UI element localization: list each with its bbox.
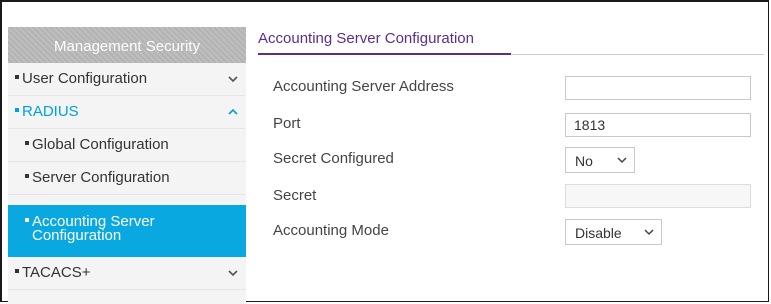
sidebar-header: Management Security — [8, 27, 246, 63]
secret-label: Secret — [273, 187, 317, 204]
sidebar: Management Security User Configuration R… — [8, 27, 246, 304]
bullet-icon — [15, 269, 19, 274]
chevron-down-icon — [644, 229, 654, 236]
sidebar-item-radius[interactable]: RADIUS — [8, 96, 246, 129]
bullet-icon — [15, 75, 19, 80]
sidebar-item-label: Global Configuration — [25, 136, 169, 153]
sidebar-item-label: RADIUS — [15, 103, 79, 120]
page-title: Accounting Server Configuration — [258, 30, 474, 47]
server-address-label: Accounting Server Address — [273, 78, 454, 95]
sidebar-item-user-configuration[interactable]: User Configuration — [8, 63, 246, 96]
port-label: Port — [273, 115, 301, 132]
title-underline — [258, 53, 511, 55]
divider — [511, 54, 764, 55]
chevron-down-icon[interactable] — [226, 266, 240, 280]
sidebar-item-label: Accounting Server Configuration — [25, 214, 155, 243]
bullet-icon — [25, 174, 29, 179]
accounting-mode-value: Disable — [575, 225, 622, 241]
sidebar-item-server-configuration[interactable]: Server Configuration — [8, 162, 246, 195]
secret-configured-value: No — [575, 153, 593, 169]
secret-configured-select[interactable]: No — [565, 147, 635, 173]
chevron-down-icon — [617, 157, 627, 164]
sidebar-item-tacacs[interactable]: TACACS+ — [8, 257, 246, 290]
chevron-down-icon[interactable] — [226, 72, 240, 86]
sidebar-item-label: TACACS+ — [15, 264, 91, 281]
accounting-mode-label: Accounting Mode — [273, 222, 389, 239]
accounting-mode-select[interactable]: Disable — [565, 219, 662, 245]
sidebar-item-accounting-server-configuration[interactable]: Accounting Server Configuration — [8, 205, 246, 257]
sidebar-item-label: User Configuration — [15, 70, 147, 87]
bullet-icon — [15, 108, 19, 113]
server-address-input[interactable] — [565, 76, 751, 100]
secret-configured-label: Secret Configured — [273, 150, 394, 167]
chevron-up-icon[interactable] — [226, 105, 240, 119]
bullet-icon — [25, 141, 29, 146]
port-input[interactable] — [565, 113, 751, 137]
bullet-icon — [25, 218, 29, 223]
sidebar-item-global-configuration[interactable]: Global Configuration — [8, 129, 246, 162]
secret-input[interactable] — [565, 184, 751, 208]
sidebar-item-label: Server Configuration — [25, 169, 170, 186]
